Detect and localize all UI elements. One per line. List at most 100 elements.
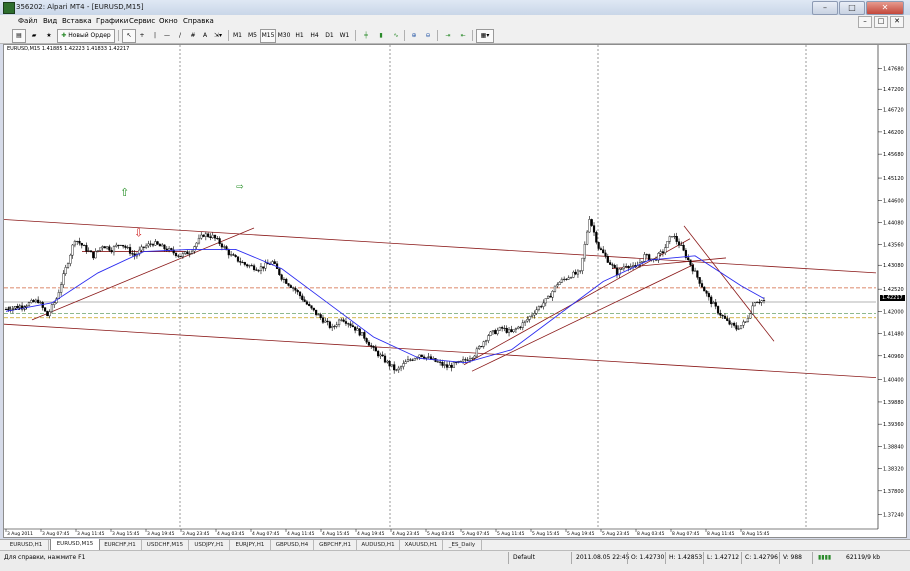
menu-insert[interactable]: Вставка [62, 17, 92, 25]
candle-body [439, 361, 442, 363]
time-tick-label: 3 Aug 11:45 [77, 531, 105, 537]
price-tick-label: 1.39360 [883, 422, 904, 428]
tf-m1[interactable]: M1 [230, 29, 245, 43]
candle-body [673, 236, 676, 238]
candle-body [342, 319, 345, 322]
new-chart-icon[interactable]: ▤ [12, 29, 26, 43]
candle-body [372, 346, 375, 348]
zoom-out-icon[interactable]: ⊖ [421, 29, 435, 43]
candle-body [611, 264, 614, 266]
menu-bar: Файл Вид Вставка Графики Сервис Окно Спр… [0, 15, 910, 29]
time-tick-label: 4 Aug 11:45 [287, 531, 315, 537]
tf-m30[interactable]: M30 [276, 29, 292, 43]
candle-body [535, 309, 538, 314]
candle-body [53, 302, 56, 305]
candle-body [427, 356, 430, 358]
bar-chart-icon[interactable]: ┿ [359, 29, 373, 43]
line-chart-icon[interactable]: ∿ [389, 29, 403, 43]
mdi-close-button[interactable]: ✕ [890, 16, 904, 28]
templates-dropdown-icon[interactable]: ▦▾ [476, 29, 494, 43]
horizontal-line-icon[interactable]: — [160, 29, 174, 43]
mdi-minimize-button[interactable]: – [858, 16, 872, 28]
candle-body [514, 328, 518, 330]
tab-usdjpy-h1[interactable]: USDJPY,H1 [189, 540, 230, 550]
menu-charts[interactable]: Графики [96, 17, 128, 25]
menu-help[interactable]: Справка [183, 17, 214, 25]
candle-body [436, 361, 439, 363]
tab-eurusd-h1[interactable]: EURUSD,H1 [4, 540, 49, 550]
candle-body [126, 247, 129, 249]
candle-body [556, 284, 559, 287]
candle-body [117, 244, 120, 246]
candle-chart-icon[interactable]: ▮ [374, 29, 388, 43]
price-tick-label: 1.38320 [883, 467, 904, 473]
candle-body [292, 287, 295, 289]
status-help: Для справки, нажмите F1 [4, 554, 86, 561]
menu-view[interactable]: Вид [43, 17, 57, 25]
tf-w1[interactable]: W1 [337, 29, 352, 43]
tf-h4[interactable]: H4 [307, 29, 322, 43]
candle-body [308, 304, 311, 306]
minimize-button[interactable]: – [812, 1, 838, 15]
tab-eurjpy-h1[interactable]: EURJPY,H1 [230, 540, 271, 550]
candle-body [425, 357, 428, 359]
candle-body [581, 257, 584, 271]
candle-body [540, 306, 543, 308]
candle-body [422, 356, 426, 359]
tab-gbpusd-h4[interactable]: GBPUSD,H4 [271, 540, 314, 550]
tf-m5[interactable]: M5 [245, 29, 260, 43]
zoom-in-icon[interactable]: ⊕ [407, 29, 421, 43]
autoscroll-icon[interactable]: ⇤ [456, 29, 470, 43]
tab-xauusd-h1[interactable]: XAUUSD,H1 [400, 540, 443, 550]
open-folder-icon[interactable]: ▰ [27, 29, 41, 43]
crosshair-icon[interactable]: + [135, 29, 149, 43]
price-tick-label: 1.45120 [883, 176, 904, 182]
menu-window[interactable]: Окно [159, 17, 178, 25]
menu-file[interactable]: Файл [18, 17, 37, 25]
tab-eurchf-h1[interactable]: EURCHF,H1 [99, 540, 142, 550]
new-order-button[interactable]: ✚ Новый Ордер [57, 29, 115, 43]
toolbar: ▤ ▰ ★ ✚ Новый Ордер ↖ + | — / # A ⇲▾ M1 … [0, 28, 910, 44]
candle-body [675, 236, 678, 242]
candle-body [239, 261, 242, 263]
tab-es-daily[interactable]: _ES_Daily [443, 540, 482, 550]
cursor-icon[interactable]: ↖ [122, 29, 136, 43]
candle-body [478, 346, 481, 350]
tf-m15[interactable]: M15 [260, 29, 276, 43]
price-tick-label: 1.43080 [883, 263, 904, 269]
tf-h1[interactable]: H1 [292, 29, 307, 43]
candle-body [595, 232, 598, 243]
candle-body [89, 250, 93, 253]
candle-body [386, 360, 389, 363]
trendline-icon[interactable]: / [173, 29, 187, 43]
arrow-dropdown-icon[interactable]: ⇲▾ [210, 29, 226, 43]
price-tick-label: 1.40400 [883, 378, 904, 384]
chart-shift-icon[interactable]: ⇥ [441, 29, 455, 43]
candle-body [94, 251, 97, 259]
menu-tools[interactable]: Сервис [129, 17, 155, 25]
candle-body [482, 341, 485, 347]
favorites-icon[interactable]: ★ [42, 29, 56, 43]
candle-body [335, 324, 338, 327]
candle-body [282, 278, 286, 280]
price-chart[interactable]: ⇧ ⇨ ⇩ 1.47680 1.47200 1.46720 1.46200 1.45680 1… [4, 45, 906, 537]
chart-window[interactable]: ⇧ ⇨ ⇩ 1.47680 1.47200 1.46720 1.46200 1.45680 1… [3, 44, 907, 538]
candle-body [324, 320, 327, 323]
candle-body [367, 341, 371, 346]
tab-gbpchf-h1[interactable]: GBPCHF,H1 [314, 540, 357, 550]
maximize-button[interactable]: □ [839, 1, 865, 15]
candle-body [758, 302, 761, 304]
candle-body [588, 219, 591, 233]
close-button[interactable]: ✕ [866, 1, 904, 15]
candle-body [409, 359, 412, 361]
candle-body [705, 290, 708, 294]
mdi-restore-button[interactable]: □ [874, 16, 888, 28]
candle-body [377, 350, 380, 357]
candle-body [606, 256, 609, 263]
tf-d1[interactable]: D1 [322, 29, 337, 43]
time-tick-label: 3 Aug 23:45 [182, 531, 210, 537]
candle-body [200, 234, 203, 239]
tab-usdchf-m15[interactable]: USDCHF,M15 [142, 540, 189, 550]
tab-audusd-h1[interactable]: AUDUSD,H1 [357, 540, 400, 550]
candle-body [645, 254, 648, 256]
